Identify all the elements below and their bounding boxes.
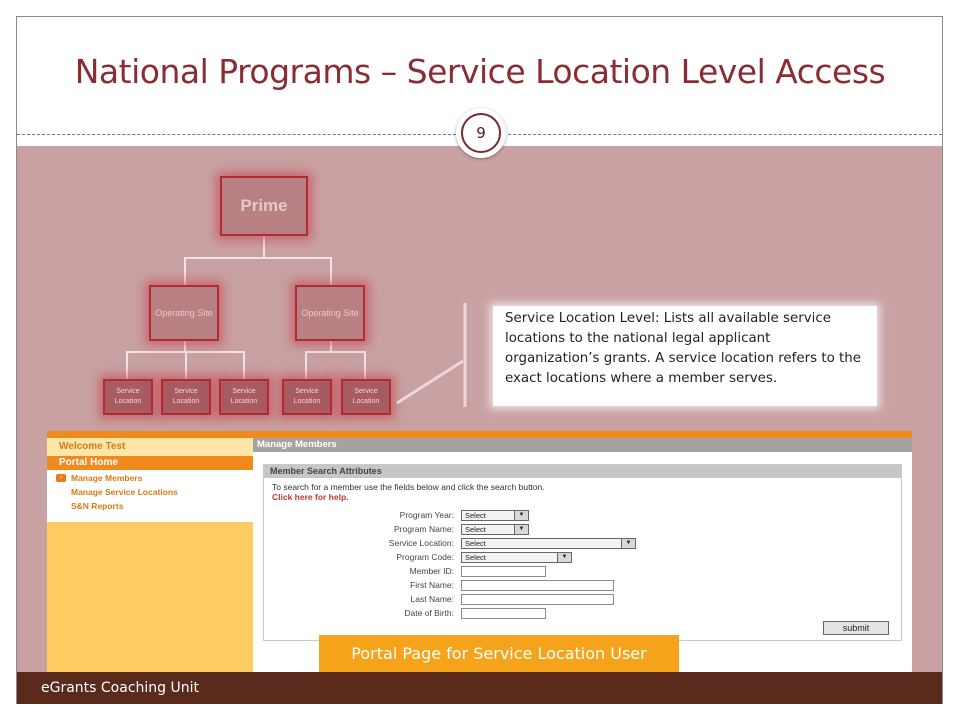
chart-connector — [263, 236, 265, 258]
org-node-service-location: Service Location — [219, 379, 269, 415]
dropdown-arrow-icon: ▼ — [514, 511, 528, 520]
org-node-service-location: Service Location — [103, 379, 153, 415]
portal-left-nav: Welcome Test Portal Home › Manage Member… — [47, 438, 253, 672]
nav-sn-reports[interactable]: S&N Reports — [71, 501, 123, 511]
chart-connector — [330, 257, 332, 285]
dropdown-arrow-icon: ▼ — [621, 539, 635, 548]
portal-caption: Portal Page for Service Location User — [319, 635, 679, 672]
dropdown-arrow-icon: ▼ — [514, 525, 528, 534]
program-name-label: Program Name: — [394, 524, 454, 534]
member-id-label: Member ID: — [409, 566, 454, 576]
chart-connector — [185, 351, 187, 379]
program-code-value: Select — [465, 553, 486, 562]
program-year-label: Program Year: — [399, 510, 454, 520]
first-name-label: First Name: — [410, 580, 454, 590]
submit-button[interactable]: submit — [823, 621, 889, 635]
nav-manage-members[interactable]: Manage Members — [71, 473, 142, 483]
portal-nav-list: › Manage Members Manage Service Location… — [47, 470, 253, 522]
search-instructions: To search for a member use the fields be… — [272, 482, 545, 492]
program-year-value: Select — [465, 511, 486, 520]
nav-manage-service-locations[interactable]: Manage Service Locations — [71, 487, 178, 497]
arrow-right-icon: › — [56, 474, 66, 482]
chart-connector — [243, 351, 245, 379]
program-year-select[interactable]: Select ▼ — [461, 510, 529, 521]
dropdown-arrow-icon: ▼ — [557, 553, 571, 562]
org-node-prime: Prime — [220, 176, 308, 236]
member-search-panel: Member Search Attributes To search for a… — [263, 464, 902, 641]
service-location-description: Service Location Level: Lists all availa… — [493, 306, 877, 406]
service-location-label: Service Location: — [388, 538, 454, 548]
org-node-service-location: Service Location — [341, 379, 391, 415]
slide-title: National Programs – Service Location Lev… — [74, 52, 886, 91]
page-number: 9 — [461, 113, 501, 153]
chart-connector — [126, 351, 128, 379]
help-link[interactable]: Click here for help. — [272, 492, 349, 502]
chart-connector — [184, 257, 186, 285]
search-panel-header: Member Search Attributes — [264, 465, 901, 478]
service-location-value: Select — [465, 539, 486, 548]
service-location-select[interactable]: Select ▼ — [461, 538, 636, 549]
program-name-value: Select — [465, 525, 486, 534]
portal-top-bar — [47, 431, 912, 438]
chart-connector — [305, 351, 365, 353]
date-of-birth-label: Date of Birth: — [404, 608, 454, 618]
org-node-operating-site: Operating Site — [295, 285, 365, 341]
chart-connector — [184, 257, 332, 259]
org-node-operating-site: Operating Site — [149, 285, 219, 341]
chart-connector — [364, 351, 366, 379]
program-name-select[interactable]: Select ▼ — [461, 524, 529, 535]
program-code-label: Program Code: — [396, 552, 454, 562]
portal-home-link[interactable]: Portal Home — [47, 456, 253, 470]
page-header: Manage Members — [253, 438, 912, 452]
slide-footer: eGrants Coaching Unit — [17, 672, 942, 704]
org-node-service-location: Service Location — [282, 379, 332, 415]
member-id-input[interactable] — [461, 566, 546, 577]
date-of-birth-input[interactable] — [461, 608, 546, 619]
welcome-text: Welcome Test — [47, 438, 253, 456]
program-code-select[interactable]: Select ▼ — [461, 552, 572, 563]
callout-connector — [396, 303, 467, 407]
first-name-input[interactable] — [461, 580, 614, 591]
page-number-badge: 9 — [456, 108, 506, 158]
last-name-input[interactable] — [461, 594, 614, 605]
chart-connector — [305, 351, 307, 379]
last-name-label: Last Name: — [410, 594, 454, 604]
org-node-service-location: Service Location — [161, 379, 211, 415]
